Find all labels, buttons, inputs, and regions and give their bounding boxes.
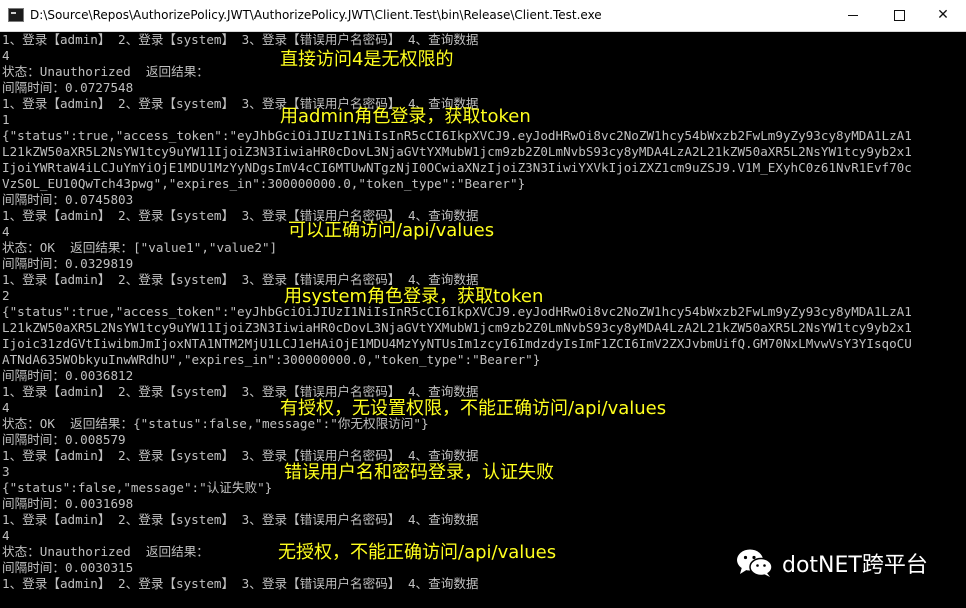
wechat-watermark: dotNET跨平台 [736, 546, 928, 580]
console-line: 1、登录【admin】 2、登录【system】 3、登录【错误用户名密码】 4… [2, 576, 479, 591]
annotation-system-access-denied: 有授权，无设置权限，不能正确访问/api/values [280, 398, 667, 419]
annotation-unauthorized-access: 无授权，不能正确访问/api/values [278, 542, 557, 563]
annotation-direct-access-denied: 直接访问4是无权限的 [280, 49, 454, 70]
console-app-icon [8, 8, 24, 22]
console-line: {"status":false,"message":"认证失败"} [2, 480, 273, 495]
wechat-icon [736, 548, 774, 578]
console-line: 间隔时间：0.0030315 [2, 560, 134, 575]
console-line: L21kZW50aXR5L2NsYW1tcy9uYW11IjoiZ3N3Iiwi… [2, 144, 912, 159]
console-line: VzS0L_EU10QwTch43pwg","expires_in":30000… [2, 176, 526, 191]
annotation-admin-access-ok: 可以正确访问/api/values [288, 220, 495, 241]
console-line: 1、登录【admin】 2、登录【system】 3、登录【错误用户名密码】 4… [2, 32, 479, 47]
minimize-button[interactable] [830, 0, 876, 31]
console-line: 1、登录【admin】 2、登录【system】 3、登录【错误用户名密码】 4… [2, 512, 479, 527]
console-line: 间隔时间：0.008579 [2, 432, 126, 447]
console-line: 4 [2, 528, 10, 543]
console-line: ATNdA635WObkyuInwWRdhU","expires_in":300… [2, 352, 541, 367]
console-line: Ijoic31zdGVtIiwibmJmIjoxNTA1NTM2MjU1LCJ1… [2, 336, 912, 351]
console-line: 间隔时间：0.0036812 [2, 368, 134, 383]
annotation-wrong-credentials: 错误用户名和密码登录，认证失败 [284, 462, 554, 483]
console-line: 3 [2, 464, 10, 479]
console-line: IjoiYWRtaW4iLCJuYmYiOjE1MDU1MzYyNDgsImV4… [2, 160, 912, 175]
window-title: D:\Source\Repos\AuthorizePolicy.JWT\Auth… [30, 8, 602, 22]
console-line: 1 [2, 112, 10, 127]
console-output[interactable]: 1、登录【admin】 2、登录【system】 3、登录【错误用户名密码】 4… [0, 32, 966, 608]
console-line: 2 [2, 288, 10, 303]
console-line: 4 [2, 400, 10, 415]
console-line: 间隔时间：0.0745803 [2, 192, 134, 207]
console-line: L21kZW50aXR5L2NsYW1tcy9uYW11IjoiZ3N3Iiwi… [2, 320, 912, 335]
console-line: 4 [2, 48, 10, 63]
console-line: 间隔时间：0.0329819 [2, 256, 134, 271]
console-line: 状态：Unauthorized 返回结果： [2, 544, 209, 559]
close-button[interactable]: ✕ [920, 0, 966, 31]
window-titlebar[interactable]: D:\Source\Repos\AuthorizePolicy.JWT\Auth… [0, 0, 966, 32]
console-line: 间隔时间：0.0031698 [2, 496, 134, 511]
maximize-button[interactable] [876, 0, 922, 31]
console-line: 间隔时间：0.0727548 [2, 80, 134, 95]
console-line: 状态：OK 返回结果：["value1","value2"] [2, 240, 278, 255]
annotation-admin-login: 用admin角色登录，获取token [280, 106, 531, 127]
console-line: {"status":true,"access_token":"eyJhbGciO… [2, 128, 912, 143]
console-line: 4 [2, 224, 10, 239]
annotation-system-login: 用system角色登录，获取token [284, 286, 544, 307]
console-line: 状态：Unauthorized 返回结果： [2, 64, 209, 79]
watermark-text: dotNET跨平台 [782, 553, 928, 578]
